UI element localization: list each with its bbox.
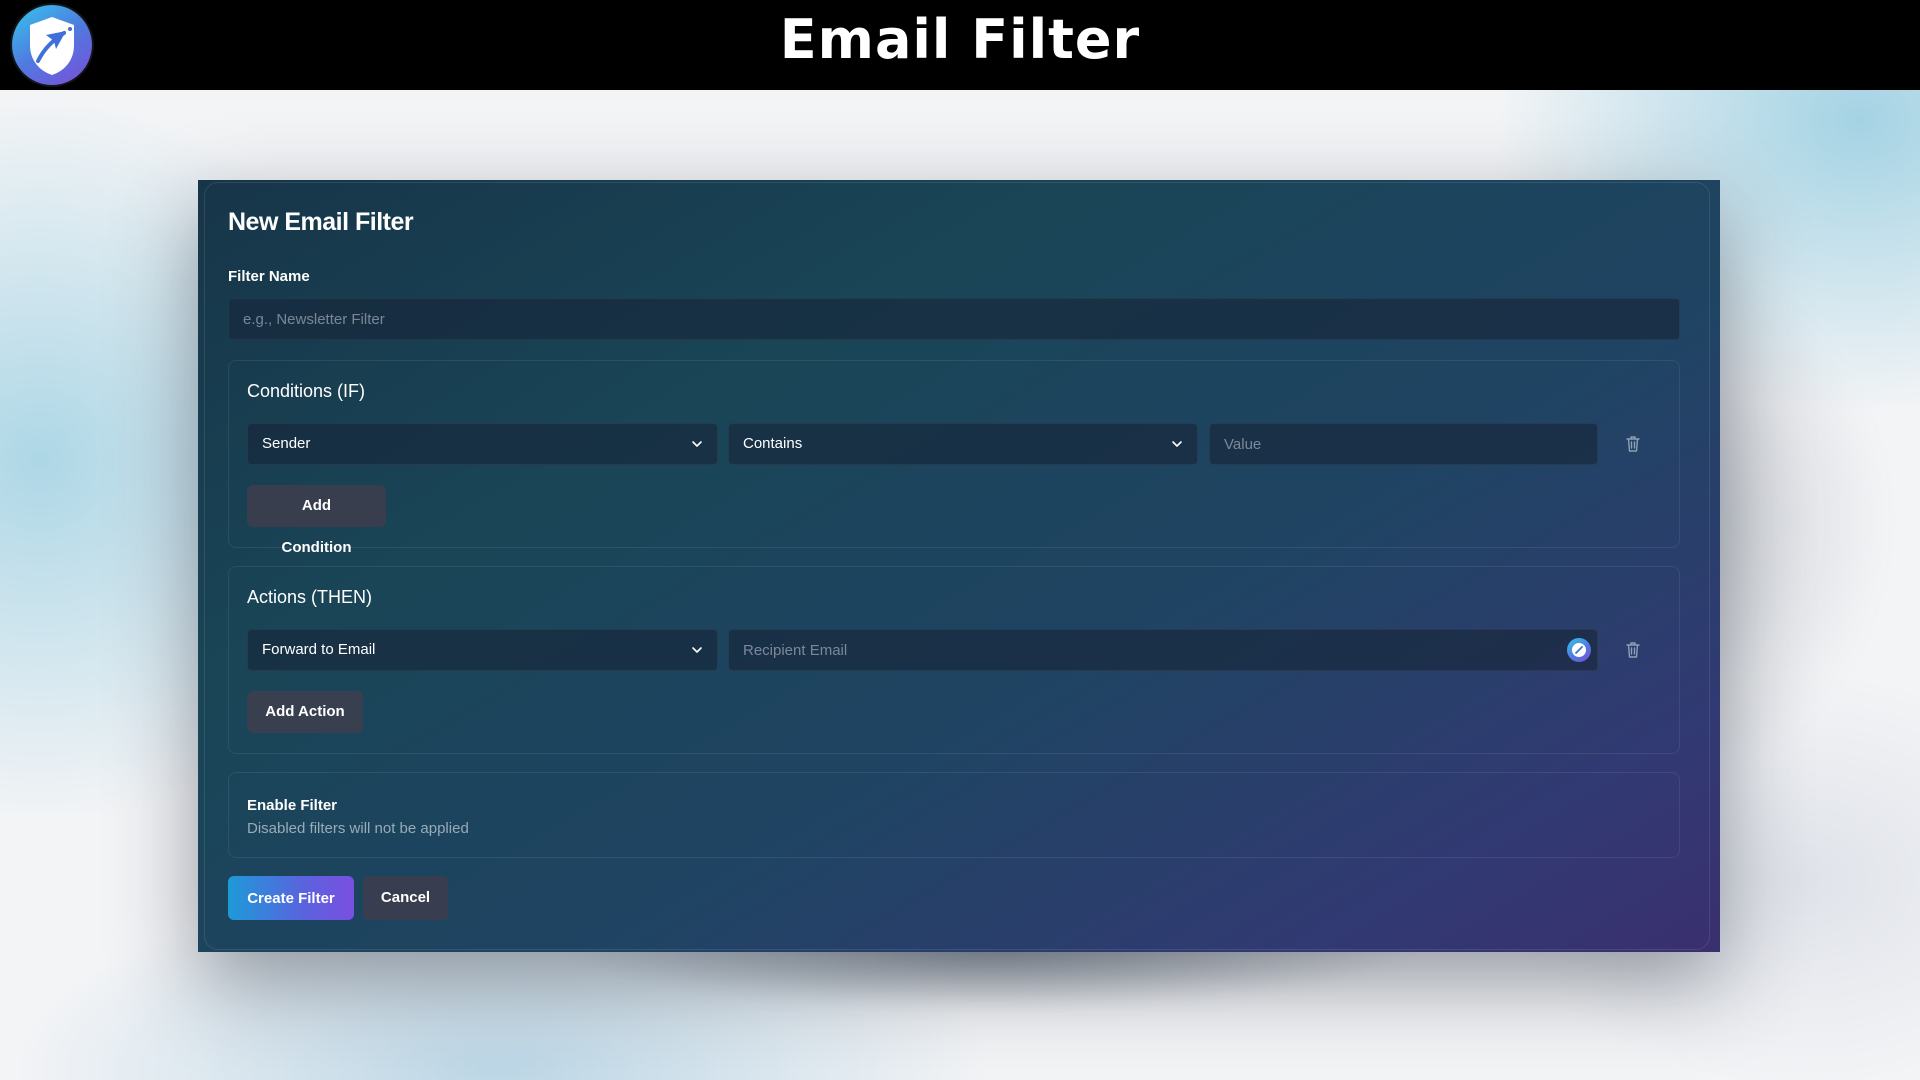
condition-operator-select[interactable]: Contains [728,423,1198,465]
enable-filter-description: Disabled filters will not be applied [247,820,469,837]
actions-section: Actions (THEN) Forward to Email Add Acti… [228,566,1680,754]
add-condition-button[interactable]: Add Condition [247,485,386,556]
filter-name-label: Filter Name [228,268,310,285]
enable-filter-section[interactable]: Enable Filter Disabled filters will not … [228,772,1680,858]
action-type-select[interactable]: Forward to Email [247,629,718,671]
chevron-down-icon [692,647,702,653]
app-header: Email Filter [0,0,1920,90]
recipient-email-input[interactable] [728,629,1598,671]
action-type-value: Forward to Email [262,641,376,658]
delete-action-trash-icon[interactable] [1624,640,1642,660]
add-action-button[interactable]: Add Action [247,691,363,733]
condition-operator-value: Contains [743,435,803,452]
app-title: Email Filter [779,8,1141,71]
condition-value-input[interactable] [1209,423,1598,465]
delete-condition-trash-icon[interactable] [1624,434,1642,454]
new-filter-card: New Email Filter Filter Name Conditions … [198,180,1720,952]
conditions-title: Conditions (IF) [247,381,366,401]
actions-title: Actions (THEN) [247,587,373,607]
create-filter-button[interactable]: Create Filter [228,876,354,920]
enable-filter-title: Enable Filter [247,797,338,814]
chevron-down-icon [692,441,702,447]
chevron-down-icon [1172,441,1182,447]
condition-field-value: Sender [262,435,311,452]
filter-name-input[interactable] [228,298,1680,340]
autofill-extension-icon[interactable] [1567,638,1591,662]
condition-field-select[interactable]: Sender [247,423,718,465]
conditions-section: Conditions (IF) Sender Contains Add Cond… [228,360,1680,556]
form-title: New Email Filter [228,208,414,236]
cancel-button[interactable]: Cancel [363,876,448,920]
